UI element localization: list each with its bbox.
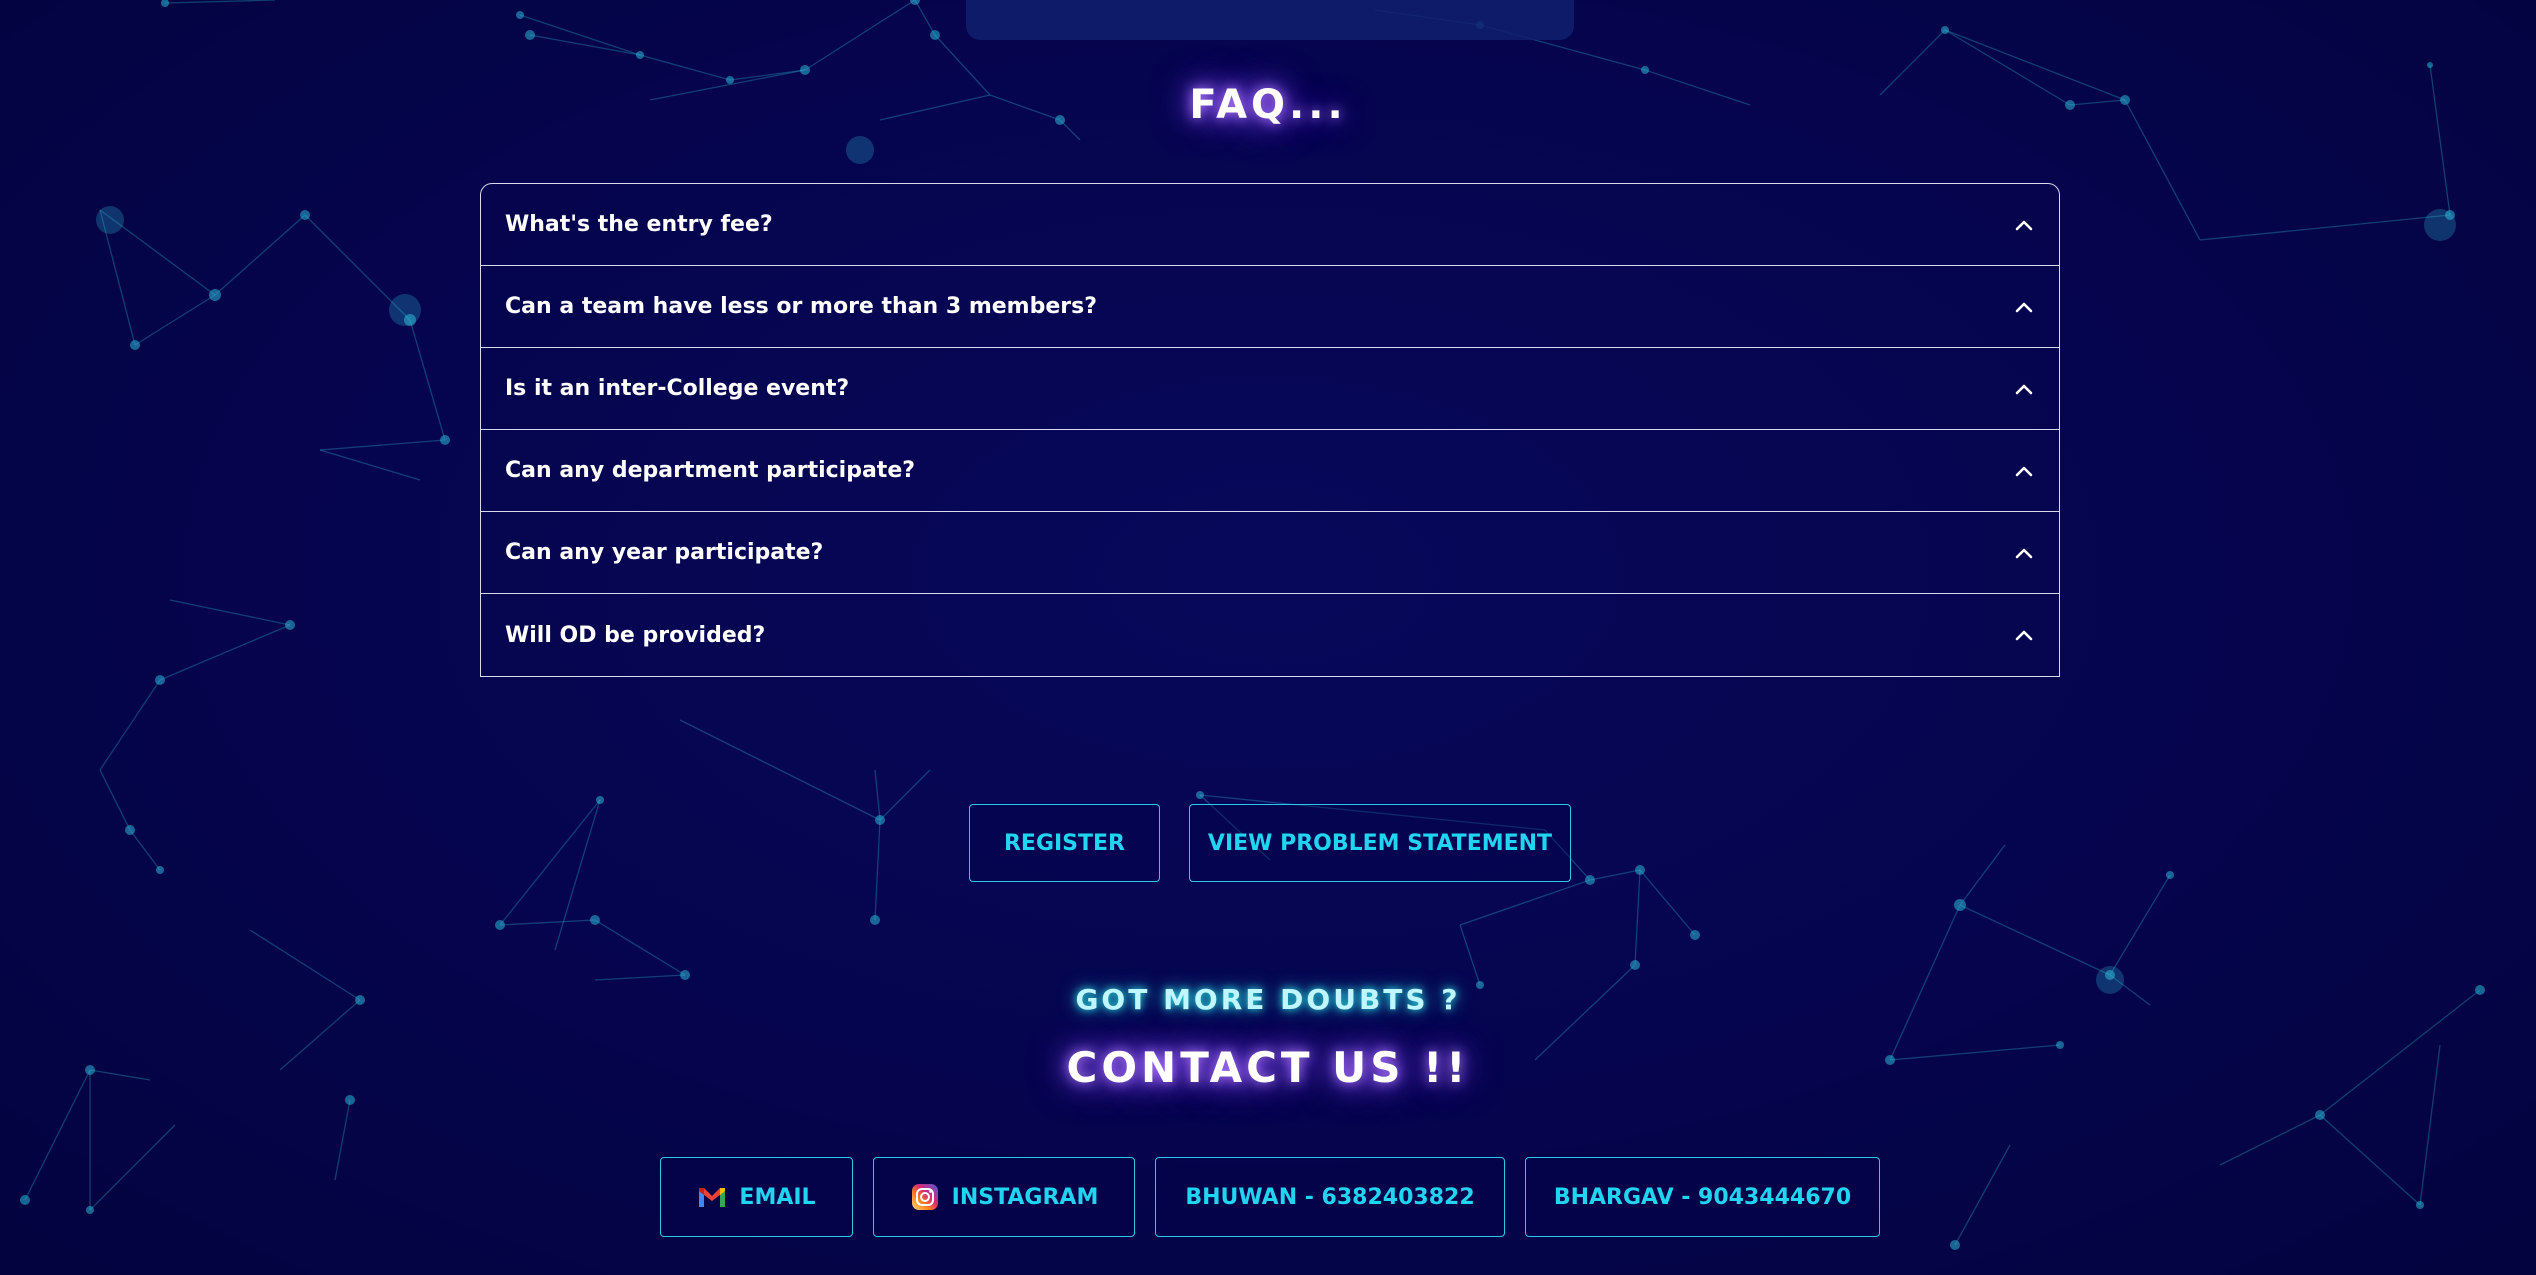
faq-item-year[interactable]: Can any year participate?: [481, 512, 2059, 594]
faq-item-team-size[interactable]: Can a team have less or more than 3 memb…: [481, 266, 2059, 348]
faq-heading: FAQ...: [1189, 82, 1347, 128]
view-problem-statement-button[interactable]: VIEW PROBLEM STATEMENT: [1189, 804, 1571, 882]
instagram-button[interactable]: INSTAGRAM: [873, 1157, 1135, 1237]
faq-question: Can a team have less or more than 3 memb…: [505, 294, 1097, 319]
gmail-icon: [697, 1182, 727, 1212]
faq-question: Can any year participate?: [505, 540, 824, 565]
faq-item-entry-fee[interactable]: What's the entry fee?: [481, 184, 2059, 266]
chevron-up-icon[interactable]: [2013, 624, 2035, 646]
instagram-icon: [910, 1182, 940, 1212]
bhargav-phone-button[interactable]: BHARGAV - 9043444670: [1525, 1157, 1880, 1237]
email-label: EMAIL: [739, 1184, 816, 1210]
chevron-up-icon[interactable]: [2013, 542, 2035, 564]
chevron-up-icon[interactable]: [2013, 378, 2035, 400]
faq-item-inter-college[interactable]: Is it an inter-College event?: [481, 348, 2059, 430]
faq-question: Is it an inter-College event?: [505, 376, 850, 401]
contact-subheading: GOT MORE DOUBTS ?: [1075, 983, 1461, 1016]
faq-question: What's the entry fee?: [505, 212, 773, 237]
bhuwan-phone-button[interactable]: BHUWAN - 6382403822: [1155, 1157, 1505, 1237]
email-button[interactable]: EMAIL: [660, 1157, 853, 1237]
register-button[interactable]: REGISTER: [969, 804, 1160, 882]
faq-accordion: What's the entry fee? Can a team have le…: [480, 183, 2060, 677]
faq-question: Will OD be provided?: [505, 622, 766, 648]
instagram-label: INSTAGRAM: [951, 1184, 1099, 1210]
page: FAQ... What's the entry fee? Can a team …: [0, 0, 2536, 1275]
faq-item-department[interactable]: Can any department participate?: [481, 430, 2059, 512]
top-card: [966, 0, 1574, 40]
chevron-up-icon[interactable]: [2013, 296, 2035, 318]
chevron-up-icon[interactable]: [2013, 214, 2035, 236]
contact-heading: CONTACT US !!: [1066, 1043, 1470, 1092]
chevron-up-icon[interactable]: [2013, 460, 2035, 482]
faq-question: Can any department participate?: [505, 458, 916, 483]
faq-item-od[interactable]: Will OD be provided?: [481, 594, 2059, 676]
